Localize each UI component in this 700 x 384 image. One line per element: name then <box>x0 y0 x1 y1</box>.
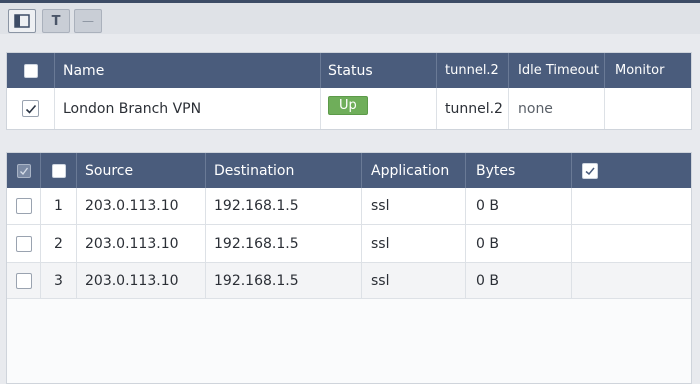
row-index: 3 <box>41 263 77 298</box>
column-monitor[interactable]: Monitor <box>605 53 693 88</box>
minus-icon: — <box>82 14 94 28</box>
select-all-cell <box>41 153 77 188</box>
bulk-select-cell <box>7 153 41 188</box>
select-all-cell <box>7 53 55 88</box>
column-destination[interactable]: Destination <box>206 153 362 188</box>
row-checkbox[interactable] <box>22 100 39 117</box>
panel-toggle-button[interactable] <box>8 9 36 33</box>
row-index: 2 <box>41 225 77 262</box>
column-chooser-icon[interactable] <box>582 162 598 179</box>
select-all-checkbox[interactable] <box>23 63 38 78</box>
checkmark-icon <box>25 104 36 114</box>
options-cell <box>572 225 693 262</box>
options-cell <box>572 188 693 224</box>
select-all-checkbox[interactable] <box>51 163 66 178</box>
idle-timeout-value: none <box>509 88 605 129</box>
application-value: ssl <box>362 263 466 298</box>
bytes-value: 0 B <box>466 263 572 298</box>
bulk-select-checkbox[interactable] <box>16 163 31 178</box>
status-badge: Up <box>328 96 368 115</box>
panel-icon <box>14 14 30 28</box>
row-select-cell <box>7 263 41 298</box>
tunnel-panel: Name Status tunnel.2 Idle Timeout Monito… <box>6 52 692 130</box>
column-status[interactable]: Status <box>321 53 437 88</box>
options-cell <box>572 263 693 298</box>
monitor-value <box>605 88 693 129</box>
row-checkbox[interactable] <box>15 235 32 252</box>
column-bytes[interactable]: Bytes <box>466 153 572 188</box>
text-icon: T <box>51 13 61 29</box>
destination-address: 192.168.1.5 <box>206 225 362 262</box>
row-checkbox[interactable] <box>15 198 32 214</box>
table-row[interactable]: 1 203.0.113.10 192.168.1.5 ssl 0 B <box>7 188 691 225</box>
destination-address: 192.168.1.5 <box>206 263 362 298</box>
table-row[interactable]: 3 203.0.113.10 192.168.1.5 ssl 0 B <box>7 263 691 299</box>
bytes-value: 0 B <box>466 188 572 224</box>
bytes-value: 0 B <box>466 225 572 262</box>
tunnel-interface: tunnel.2 <box>437 88 509 129</box>
checkmark-icon <box>19 167 28 175</box>
source-address: 203.0.113.10 <box>77 225 206 262</box>
table-row[interactable]: London Branch VPN Up tunnel.2 none <box>7 88 691 129</box>
toolbar: T — <box>0 0 700 34</box>
source-address: 203.0.113.10 <box>77 263 206 298</box>
column-name[interactable]: Name <box>55 53 321 88</box>
column-source[interactable]: Source <box>77 153 206 188</box>
row-select-cell <box>7 225 41 262</box>
minimize-button[interactable]: — <box>74 9 102 33</box>
column-application[interactable]: Application <box>362 153 466 188</box>
application-value: ssl <box>362 188 466 224</box>
table-row[interactable]: 2 203.0.113.10 192.168.1.5 ssl 0 B <box>7 225 691 263</box>
status-cell: Up <box>321 88 437 129</box>
column-options[interactable] <box>572 153 693 188</box>
row-select-cell <box>7 88 55 129</box>
application-value: ssl <box>362 225 466 262</box>
row-select-cell <box>7 188 41 224</box>
text-button[interactable]: T <box>42 9 70 33</box>
row-checkbox[interactable] <box>15 272 32 289</box>
column-tunnel[interactable]: tunnel.2 <box>437 53 509 88</box>
source-address: 203.0.113.10 <box>77 188 206 224</box>
destination-address: 192.168.1.5 <box>206 188 362 224</box>
session-table-header: Source Destination Application Bytes <box>7 153 691 188</box>
row-index: 1 <box>41 188 77 224</box>
tunnel-name[interactable]: London Branch VPN <box>55 88 321 129</box>
column-idle-timeout[interactable]: Idle Timeout <box>509 53 605 88</box>
checkmark-icon <box>585 167 595 175</box>
tunnel-table-header: Name Status tunnel.2 Idle Timeout Monito… <box>7 53 691 88</box>
session-panel: Source Destination Application Bytes 1 2… <box>6 152 692 384</box>
